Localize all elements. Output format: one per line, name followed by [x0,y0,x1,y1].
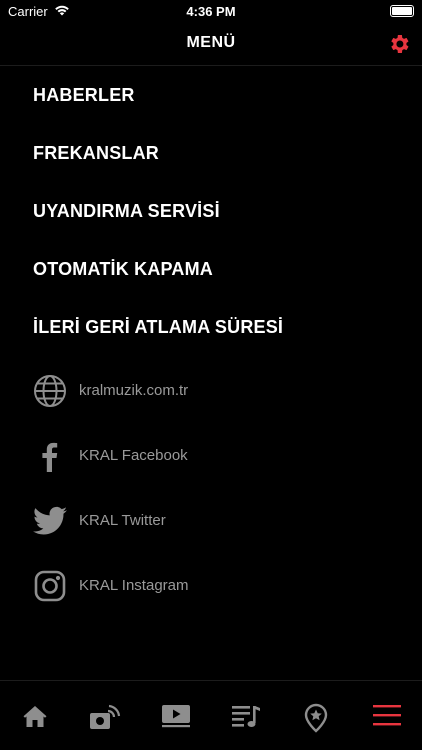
facebook-icon [33,439,67,473]
link-facebook[interactable]: KRAL Facebook [0,423,422,488]
video-icon [161,705,190,728]
menu-item-ileri-geri-atlama[interactable]: İLERİ GERİ ATLAMA SÜRESİ [0,298,422,356]
twitter-icon [33,504,67,538]
nav-bar: MENÜ [0,22,422,66]
tab-location[interactable] [281,681,351,750]
instagram-icon [33,569,67,603]
radio-icon [90,704,121,729]
link-instagram-label: KRAL Instagram [79,577,189,594]
playlist-icon [232,706,261,727]
link-instagram[interactable]: KRAL Instagram [0,553,422,618]
link-facebook-label: KRAL Facebook [79,447,188,464]
links-list: kralmuzik.com.tr KRAL Facebook KRAL Twit… [0,358,422,618]
tab-bar [0,680,422,750]
status-bar: Carrier 4:36 PM [0,0,422,22]
menu-item-uyandirma-servisi[interactable]: UYANDIRMA SERVİSİ [0,182,422,240]
link-website[interactable]: kralmuzik.com.tr [0,358,422,423]
page-title: MENÜ [186,34,236,51]
location-star-icon [305,703,328,733]
gear-icon [391,35,409,53]
tab-playlist[interactable] [211,681,281,750]
settings-button[interactable] [386,31,412,57]
menu-icon [372,705,401,726]
battery-icon [390,5,414,17]
tab-menu[interactable] [352,681,422,750]
tab-radio[interactable] [70,681,140,750]
link-website-label: kralmuzik.com.tr [79,382,189,399]
home-icon [23,706,47,727]
link-twitter-label: KRAL Twitter [79,512,166,529]
tab-home[interactable] [0,681,70,750]
menu-item-otomatik-kapama[interactable]: OTOMATİK KAPAMA [0,240,422,298]
menu-item-frekanslar[interactable]: FREKANSLAR [0,124,422,182]
menu-item-haberler[interactable]: HABERLER [0,66,422,124]
globe-icon [33,374,67,408]
main-menu: HABERLER FREKANSLAR UYANDIRMA SERVİSİ OT… [0,66,422,356]
tab-video[interactable] [141,681,211,750]
link-twitter[interactable]: KRAL Twitter [0,488,422,553]
status-time: 4:36 PM [186,4,236,19]
